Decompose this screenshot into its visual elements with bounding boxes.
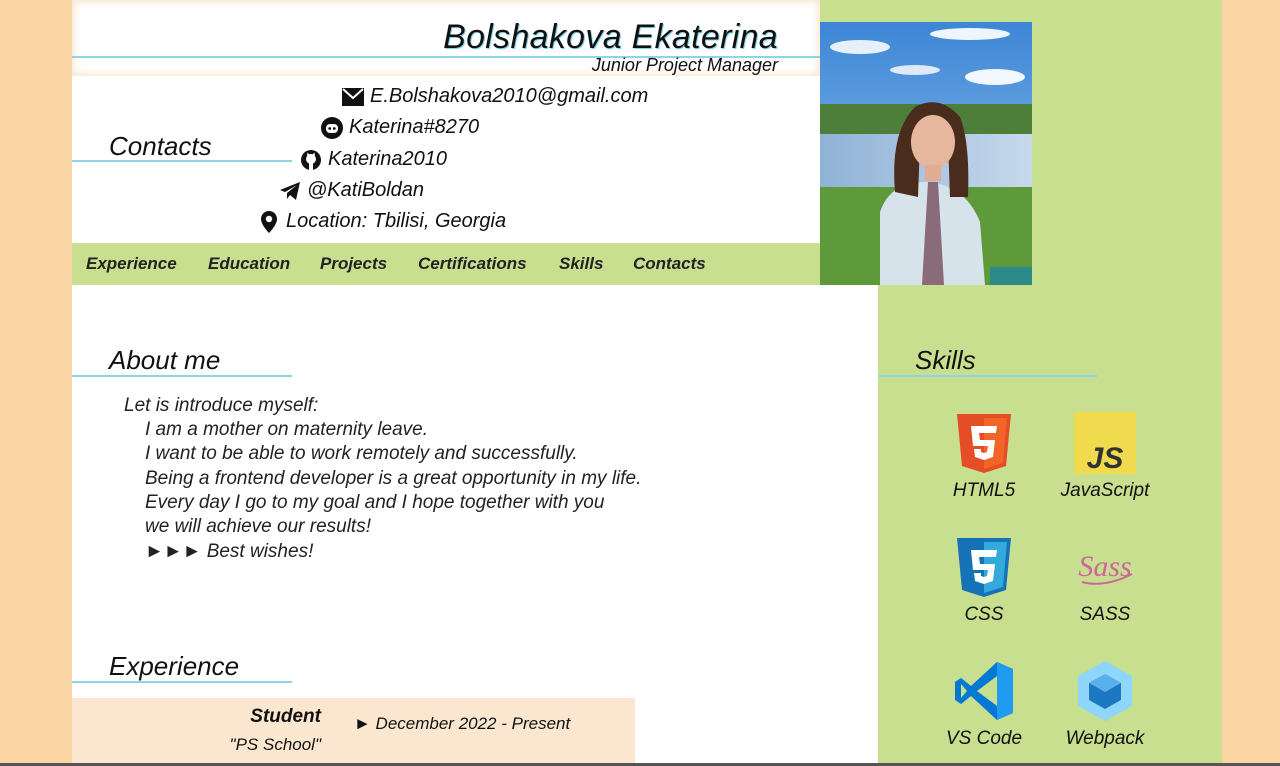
experience-period: ► December 2022 - Present — [354, 714, 571, 733]
skill-label-sass: SASS — [1079, 604, 1131, 625]
contact-telegram[interactable]: @KatiBoldan — [279, 179, 424, 202]
experience-organization: "PS School" — [229, 735, 321, 754]
github-icon — [300, 149, 322, 171]
location-icon — [258, 210, 280, 233]
about-line-1: I am a mother on maternity leave. — [145, 419, 429, 440]
experience-position: Student — [250, 706, 321, 727]
nav-experience[interactable]: Experience — [86, 254, 177, 274]
svg-text:JS: JS — [1087, 442, 1124, 474]
skill-sass: Sass SASS — [1050, 536, 1160, 626]
css3-icon — [957, 538, 1011, 597]
email-icon — [342, 86, 364, 108]
discord-icon — [321, 116, 343, 139]
skills-heading: Skills — [915, 345, 976, 375]
resume-page: Bolshakova Ekaterina Junior Project Mana… — [72, 0, 1222, 766]
contact-discord-text: Katerina#8270 — [349, 116, 480, 138]
header: Bolshakova Ekaterina Junior Project Mana… — [72, 0, 820, 76]
skill-css: CSS — [929, 536, 1039, 626]
nav-certifications[interactable]: Certifications — [418, 254, 527, 274]
skill-label-javascript: JavaScript — [1060, 480, 1150, 501]
skill-label-html5: HTML5 — [952, 480, 1016, 501]
skills-heading-underline — [878, 375, 1097, 377]
person-name: Bolshakova Ekaterina — [443, 18, 778, 56]
skill-javascript: JS JavaScript — [1050, 412, 1160, 502]
contact-discord[interactable]: Katerina#8270 — [321, 116, 479, 139]
about-heading-underline — [72, 375, 292, 377]
skill-label-webpack: Webpack — [1065, 728, 1145, 749]
contacts-heading-underline — [72, 160, 292, 162]
contact-email-text: E.Bolshakova2010@gmail.com — [370, 85, 649, 107]
contact-github-text: Katerina2010 — [328, 148, 447, 170]
about-line-2: I want to be able to work remotely and s… — [145, 443, 578, 464]
about-line-6: ►►► Best wishes! — [145, 541, 314, 562]
contact-location: Location: Tbilisi, Georgia — [258, 210, 506, 233]
experience-heading-underline — [72, 681, 292, 683]
about-line-5: we will achieve our results! — [145, 516, 371, 537]
contacts-heading: Contacts — [109, 131, 212, 161]
skill-html5: HTML5 — [929, 412, 1039, 502]
nav-education[interactable]: Education — [208, 254, 290, 274]
telegram-icon — [279, 180, 301, 202]
contact-email[interactable]: E.Bolshakova2010@gmail.com — [342, 85, 648, 108]
nav-contacts[interactable]: Contacts — [633, 254, 706, 274]
experience-item: Student "PS School" ► December 2022 - Pr… — [72, 698, 635, 766]
skill-label-css: CSS — [964, 604, 1004, 625]
contact-github[interactable]: Katerina2010 — [300, 148, 447, 171]
nav-skills[interactable]: Skills — [559, 254, 603, 274]
javascript-icon: JS — [1074, 412, 1136, 474]
vscode-icon — [955, 662, 1013, 720]
nav-projects[interactable]: Projects — [320, 254, 387, 274]
profile-photo — [820, 22, 1032, 285]
about-heading: About me — [109, 345, 221, 375]
about-line-4: Every day I go to my goal and I hope tog… — [145, 492, 605, 513]
contact-telegram-text: @KatiBoldan — [307, 179, 425, 201]
about-intro: Let is introduce myself: — [124, 395, 319, 416]
job-title: Junior Project Manager — [591, 55, 778, 75]
about-line-3: Being a frontend developer is a great op… — [145, 468, 642, 489]
contact-location-text: Location: Tbilisi, Georgia — [286, 210, 507, 232]
webpack-icon — [1078, 661, 1132, 721]
navigation-bar: Experience Education Projects Certificat… — [72, 243, 820, 285]
sass-icon: Sass — [1078, 550, 1133, 585]
html5-icon — [957, 414, 1011, 473]
skill-vscode: VS Code — [929, 660, 1039, 750]
experience-heading: Experience — [109, 651, 240, 681]
skill-label-vscode: VS Code — [945, 728, 1023, 749]
skill-webpack: Webpack — [1050, 660, 1160, 750]
